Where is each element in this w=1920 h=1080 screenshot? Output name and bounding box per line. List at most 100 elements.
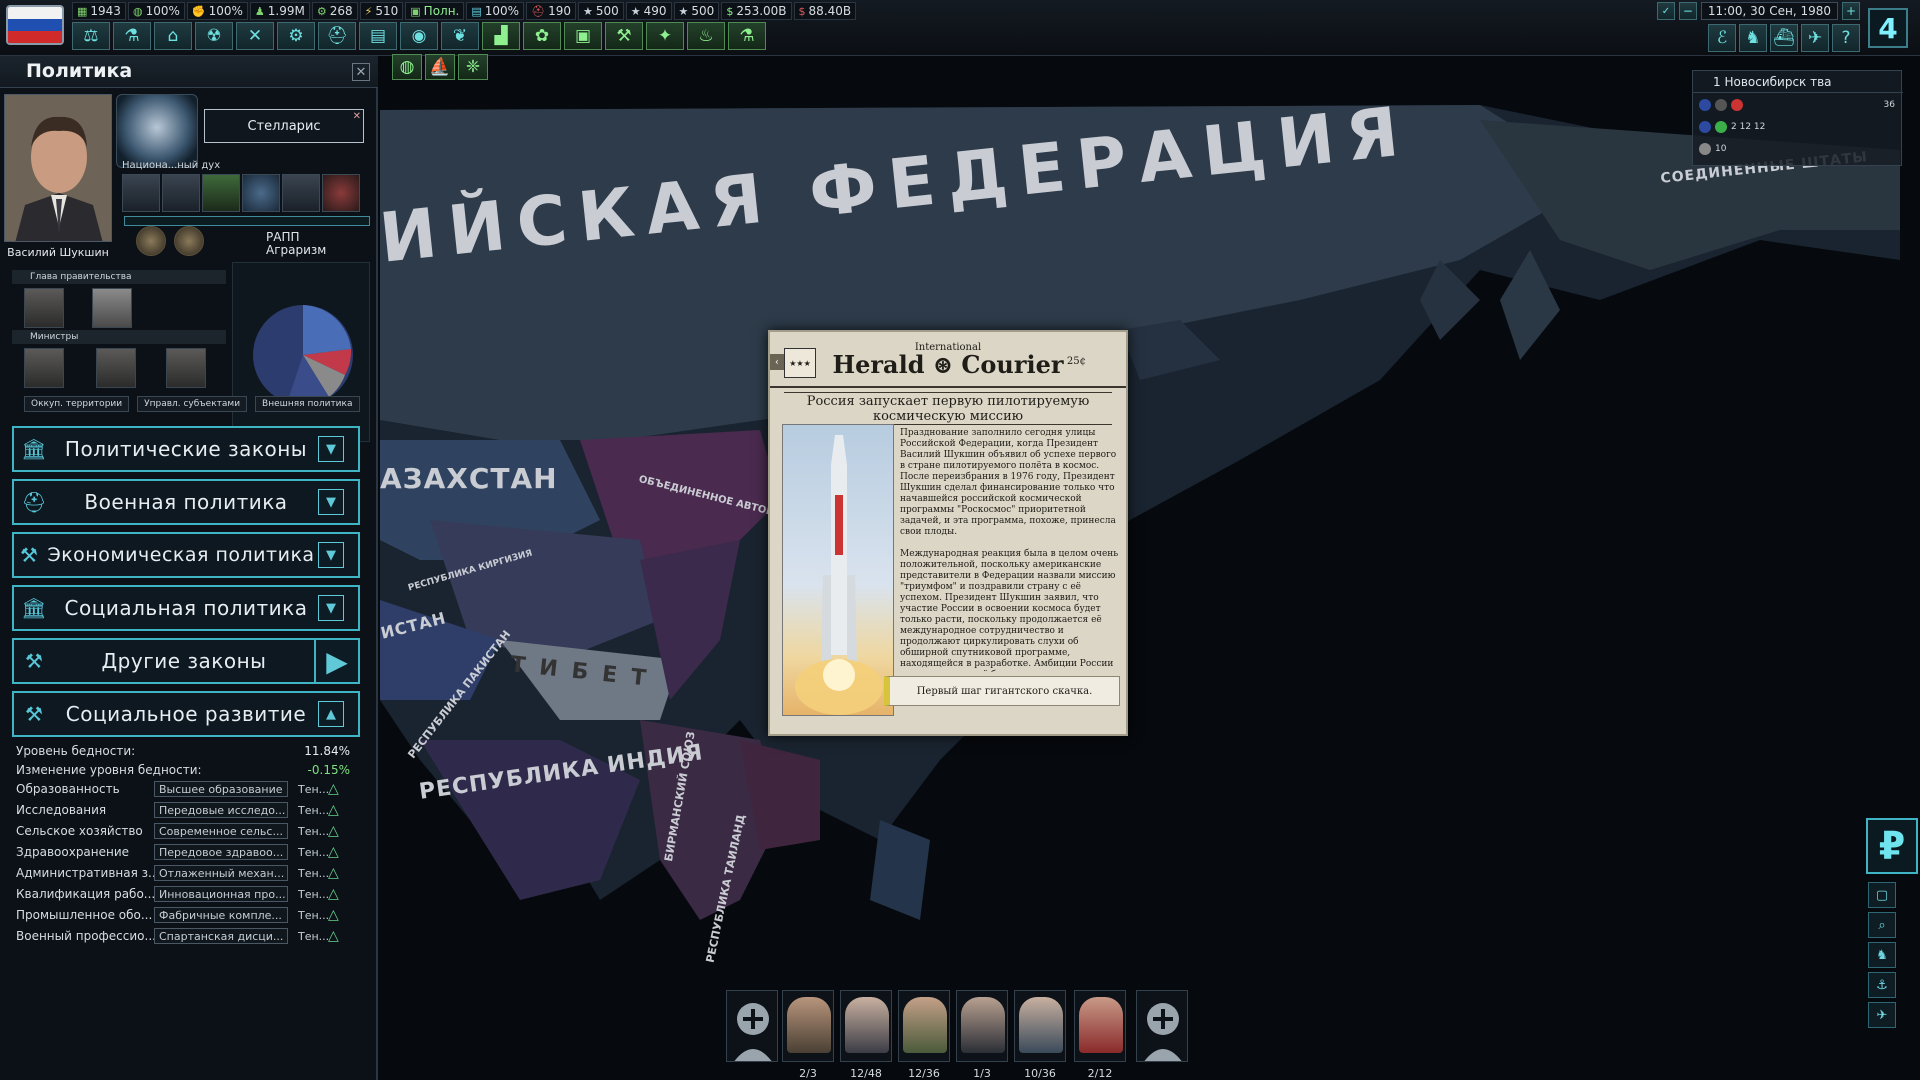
general-portrait[interactable] [898, 990, 950, 1062]
recruit-button[interactable]: ⛑ [318, 22, 356, 50]
category-social-development[interactable]: ⚒ Социальное развитие ▲ [12, 691, 360, 737]
parliament-pie[interactable] [232, 262, 370, 442]
triangle-up-icon[interactable]: △ [328, 802, 346, 818]
law-select[interactable]: Передовое здравоо... [154, 844, 288, 860]
tab-occupied-territories[interactable]: Оккуп. территории [24, 396, 130, 412]
spirit-scrollbar[interactable] [124, 216, 370, 226]
stat-stability[interactable]: ◍ 100% [127, 2, 185, 20]
plane-button[interactable]: ✈ [1868, 1002, 1896, 1028]
triangle-up-icon[interactable]: △ [328, 886, 346, 902]
general-portrait[interactable] [840, 990, 892, 1062]
stat-war-support[interactable]: ✊ 100% [186, 2, 248, 20]
zoom-button[interactable]: ⌕ [1868, 912, 1896, 938]
emblem-icon[interactable] [174, 226, 204, 256]
category-political-laws[interactable]: 🏛 Политические законы ▼ [12, 426, 360, 472]
country-flag[interactable] [6, 5, 64, 45]
general-portrait[interactable] [1014, 990, 1066, 1062]
cancel-focus-icon[interactable]: ✕ [353, 111, 361, 122]
leader-portrait[interactable] [4, 94, 112, 242]
duma-slot[interactable] [92, 288, 132, 328]
spirit-slot[interactable] [162, 174, 200, 212]
spirit-slot[interactable] [122, 174, 160, 212]
general-portrait[interactable] [1074, 990, 1126, 1062]
expand-button[interactable]: ▼ [318, 542, 344, 568]
add-general-button[interactable] [726, 990, 778, 1062]
production-button[interactable]: ⚙ [277, 22, 315, 50]
emblem-icon[interactable] [136, 226, 166, 256]
category-economic-policy[interactable]: ⚒ Экономическая политика ▼ [12, 532, 360, 578]
law-select[interactable]: Спартанская дисци... [154, 928, 288, 944]
minister-slot[interactable] [96, 348, 136, 388]
stat-manpower[interactable]: ♟ 1.99M [249, 2, 310, 20]
law-select[interactable]: Фабричные компле... [154, 907, 288, 923]
minister-slot[interactable] [24, 348, 64, 388]
general-portrait[interactable] [782, 990, 834, 1062]
news-button[interactable]: ℰ [1708, 24, 1736, 52]
stat-resource-a[interactable]: ★ 500 [577, 2, 624, 20]
close-button[interactable]: ✕ [352, 63, 370, 81]
general-portrait[interactable] [956, 990, 1008, 1062]
triangle-up-icon[interactable]: △ [328, 781, 346, 797]
stat-gdp[interactable]: $253.00B [721, 2, 792, 20]
law-select[interactable]: Отлаженный механ... [154, 865, 288, 881]
spirit-slot[interactable] [242, 174, 280, 212]
tab-subjects[interactable]: Управл. субъектами [137, 396, 248, 412]
space-button[interactable]: ✦ [646, 22, 684, 50]
diplomacy-button[interactable]: ⌂ [154, 22, 192, 50]
industry-button[interactable]: ▣ [564, 22, 602, 50]
sub-button-2[interactable]: ⛵ [425, 54, 455, 80]
triangle-up-icon[interactable]: △ [328, 844, 346, 860]
category-other-laws[interactable]: ⚒ Другие законы ▶ [12, 638, 360, 684]
triangle-up-icon[interactable]: △ [328, 907, 346, 923]
triangle-up-icon[interactable]: △ [328, 928, 346, 944]
stat-resource-b[interactable]: ★ 490 [625, 2, 672, 20]
sub-button-1[interactable]: ◍ [392, 54, 422, 80]
stat-resource-c[interactable]: ★ 500 [673, 2, 720, 20]
stat-political-power[interactable]: ▦ 1943 [72, 2, 126, 20]
expand-button[interactable]: ▼ [318, 595, 344, 621]
spirit-slot[interactable] [202, 174, 240, 212]
pause-button[interactable]: ✓ [1656, 2, 1675, 20]
stat-units[interactable]: ⛑ 190 [526, 2, 576, 20]
ruling-party[interactable]: РАПП Аграризм [266, 231, 326, 257]
finance-button[interactable]: ₽ [1866, 818, 1918, 874]
expand-button[interactable]: ▼ [318, 489, 344, 515]
collapse-button[interactable]: ▲ [318, 701, 344, 727]
energy-button[interactable]: ♨ [687, 22, 725, 50]
logistics-button[interactable]: ▤ [359, 22, 397, 50]
add-admiral-button[interactable] [1136, 990, 1188, 1062]
tab-foreign-policy[interactable]: Внешняя политика [255, 396, 360, 412]
stat-debt[interactable]: $88.40B [793, 2, 857, 20]
speed-down-button[interactable]: − [1678, 2, 1697, 20]
army-button[interactable]: ♞ [1739, 24, 1767, 52]
airforce-button[interactable]: ✈ [1801, 24, 1829, 52]
decisions-button[interactable]: ❦ [441, 22, 479, 50]
triangle-up-icon[interactable]: △ [328, 823, 346, 839]
expand-button[interactable]: ▼ [318, 436, 344, 462]
open-button[interactable]: ▶ [314, 640, 358, 682]
stat-employment[interactable]: ▣ Полн. [405, 2, 465, 20]
research-button[interactable]: ⚗ [113, 22, 151, 50]
law-select[interactable]: Высшее образование [154, 781, 288, 797]
sub-button-3[interactable]: ❈ [458, 54, 488, 80]
help-button[interactable]: ? [1832, 24, 1860, 52]
tools-button[interactable]: ⚒ [605, 22, 643, 50]
construction-button[interactable]: ✕ [236, 22, 274, 50]
law-select[interactable]: Передовые исследо... [154, 802, 288, 818]
event-option-button[interactable]: Первый шаг гигантского скачка. [884, 676, 1120, 706]
triangle-up-icon[interactable]: △ [328, 865, 346, 881]
category-social-policy[interactable]: 🏛 Социальная политика ▼ [12, 585, 360, 631]
category-military-policy[interactable]: ⛑ Военная политика ▼ [12, 479, 360, 525]
rocket-slot[interactable] [168, 288, 208, 328]
spirit-slot[interactable] [282, 174, 320, 212]
anchor-button[interactable]: ⚓ [1868, 972, 1896, 998]
unit-summary-box[interactable]: 1 Новосибирск тва 36 2 12 12 10 [1692, 70, 1903, 166]
navy-button[interactable]: ⛴ [1770, 24, 1798, 52]
law-select[interactable]: Современное сельс... [154, 823, 288, 839]
spirit-slot[interactable] [322, 174, 360, 212]
unit-button[interactable]: ♞ [1868, 942, 1896, 968]
map-mode-button[interactable]: ▢ [1868, 882, 1896, 908]
agriculture-button[interactable]: ✿ [523, 22, 561, 50]
economy-button[interactable]: ▟ [482, 22, 520, 50]
politics-button[interactable]: ⚖ [72, 22, 110, 50]
